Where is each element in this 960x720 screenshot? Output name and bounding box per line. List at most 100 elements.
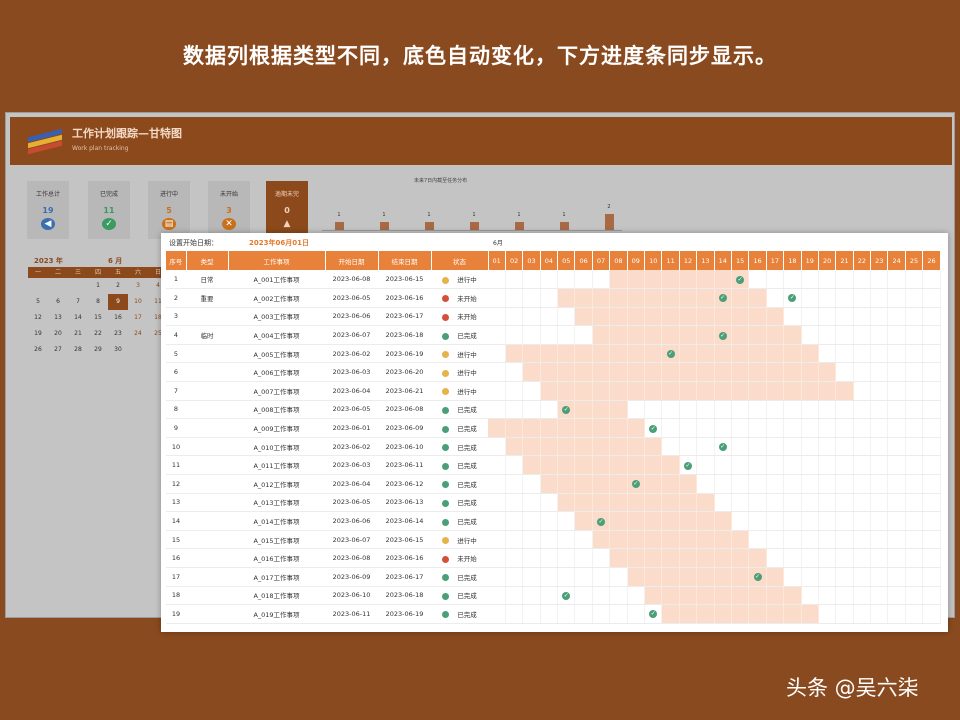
day-header: 26 bbox=[922, 251, 941, 270]
table-row[interactable]: 14 A_014工作事项 2023-06-06 2023-06-14 已完成 ✓ bbox=[166, 511, 941, 531]
calendar-day[interactable]: 22 bbox=[88, 326, 108, 342]
calendar-day[interactable]: 19 bbox=[28, 326, 48, 342]
table-row[interactable]: 12 A_012工作事项 2023-06-04 2023-06-12 已完成 ✓ bbox=[166, 474, 941, 494]
table-row[interactable]: 16 A_016工作事项 2023-06-08 2023-06-16 未开始 bbox=[166, 548, 941, 568]
gantt-cell bbox=[627, 400, 646, 420]
calendar-day[interactable]: 14 bbox=[68, 310, 88, 326]
row-start-date: 2023-06-10 bbox=[325, 586, 378, 606]
gantt-cell bbox=[714, 511, 732, 531]
gantt-cell bbox=[783, 586, 802, 606]
calendar-day bbox=[28, 278, 48, 294]
table-row[interactable]: 4 临时 A_004工作事项 2023-06-07 2023-06-18 已完成 ✓ bbox=[166, 325, 941, 345]
kpi-card: 已完成 11 ✓ bbox=[88, 181, 130, 239]
gantt-cell bbox=[870, 381, 889, 401]
kpi-value: 19 bbox=[42, 206, 54, 215]
row-start-date: 2023-06-04 bbox=[325, 381, 378, 401]
gantt-cell bbox=[714, 270, 732, 290]
table-row[interactable]: 7 A_007工作事项 2023-06-04 2023-06-21 进行中 bbox=[166, 381, 941, 401]
gantt-cell bbox=[818, 418, 837, 438]
gantt-cell bbox=[748, 493, 767, 513]
table-row[interactable]: 2 重要 A_002工作事项 2023-06-05 2023-06-16 未开始 ✓ ✓ bbox=[166, 288, 941, 308]
table-row[interactable]: 18 A_018工作事项 2023-06-10 2023-06-18 已完成 ✓ bbox=[166, 586, 941, 606]
gantt-cell bbox=[818, 270, 837, 290]
gantt-cell bbox=[818, 325, 837, 345]
row-status: 已完成 bbox=[431, 474, 488, 494]
table-row[interactable]: 1 日常 A_001工作事项 2023-06-08 2023-06-15 进行中 ✓ bbox=[166, 270, 941, 290]
calendar-day[interactable]: 7 bbox=[68, 294, 88, 310]
gantt-cell bbox=[574, 400, 593, 420]
mini-chart-bar bbox=[335, 222, 344, 230]
calendar-day[interactable]: 27 bbox=[48, 342, 68, 358]
gantt-cell bbox=[488, 288, 506, 308]
gantt-cell bbox=[661, 604, 680, 624]
calendar-day[interactable]: 1 bbox=[88, 278, 108, 294]
table-row[interactable]: 13 A_013工作事项 2023-06-05 2023-06-13 已完成 bbox=[166, 493, 941, 513]
calendar-day[interactable]: 2 bbox=[108, 278, 128, 294]
row-end-date: 2023-06-19 bbox=[378, 604, 431, 624]
gantt-cell bbox=[557, 288, 576, 308]
calendar-month[interactable]: 6 月 bbox=[108, 256, 122, 266]
table-row[interactable]: 10 A_010工作事项 2023-06-02 2023-06-10 已完成 ✓ bbox=[166, 437, 941, 457]
calendar-day[interactable]: 10 bbox=[128, 294, 148, 310]
gantt-cell bbox=[574, 437, 593, 457]
calendar-day[interactable]: 28 bbox=[68, 342, 88, 358]
gantt-cell bbox=[801, 400, 819, 420]
gantt-cell bbox=[748, 381, 767, 401]
row-status: 进行中 bbox=[431, 362, 488, 383]
calendar-day[interactable]: 3 bbox=[128, 278, 148, 294]
gantt-cell bbox=[818, 493, 837, 513]
table-row[interactable]: 6 A_006工作事项 2023-06-03 2023-06-20 进行中 bbox=[166, 362, 941, 383]
check-marker-icon: ✓ bbox=[718, 443, 727, 452]
calendar-day[interactable]: 20 bbox=[48, 326, 68, 342]
gantt-cell bbox=[887, 307, 906, 327]
calendar-day[interactable]: 8 bbox=[88, 294, 108, 310]
calendar-day[interactable]: 15 bbox=[88, 310, 108, 326]
calendar-day[interactable]: 24 bbox=[128, 326, 148, 342]
status-text: 已完成 bbox=[457, 573, 477, 582]
gantt-cell bbox=[609, 474, 628, 494]
calendar-day[interactable]: 12 bbox=[28, 310, 48, 326]
table-row[interactable]: 17 A_017工作事项 2023-06-09 2023-06-17 已完成 ✓ bbox=[166, 567, 941, 587]
gantt-cell bbox=[853, 437, 872, 457]
gantt-cell bbox=[835, 400, 854, 420]
calendar-day[interactable]: 16 bbox=[108, 310, 128, 326]
row-end-date: 2023-06-16 bbox=[378, 548, 431, 568]
gantt-cell bbox=[905, 567, 924, 587]
calendar-day[interactable]: 6 bbox=[48, 294, 68, 310]
gantt-cell bbox=[922, 474, 941, 494]
gantt-cell bbox=[835, 362, 854, 383]
calendar-day[interactable]: 17 bbox=[128, 310, 148, 326]
gantt-cell: ✓ bbox=[661, 344, 680, 364]
gantt-cell bbox=[505, 474, 524, 494]
gantt-cell: ✓ bbox=[748, 567, 767, 587]
table-row[interactable]: 9 A_009工作事项 2023-06-01 2023-06-09 已完成 ✓ bbox=[166, 418, 941, 438]
table-row[interactable]: 19 A_019工作事项 2023-06-11 2023-06-19 已完成 ✓ bbox=[166, 604, 941, 624]
headline: 数据列根据类型不同，底色自动变化，下方进度条同步显示。 bbox=[183, 44, 777, 68]
calendar-day[interactable]: 5 bbox=[28, 294, 48, 310]
gantt-cell bbox=[679, 511, 698, 531]
table-row[interactable]: 11 A_011工作事项 2023-06-03 2023-06-11 已完成 ✓ bbox=[166, 455, 941, 476]
calendar-day[interactable]: 29 bbox=[88, 342, 108, 358]
table-row[interactable]: 5 A_005工作事项 2023-06-02 2023-06-19 进行中 ✓ bbox=[166, 344, 941, 364]
calendar-year[interactable]: 2023 年 bbox=[34, 256, 63, 266]
gantt-cell bbox=[731, 474, 750, 494]
table-row[interactable]: 8 A_008工作事项 2023-06-05 2023-06-08 已完成 ✓ bbox=[166, 400, 941, 420]
start-date-input[interactable]: 2023年06月01日 bbox=[249, 238, 309, 248]
row-start-date: 2023-06-08 bbox=[325, 270, 378, 290]
calendar-day[interactable]: 9 bbox=[108, 294, 128, 310]
calendar-day[interactable]: 30 bbox=[108, 342, 128, 358]
calendar-day[interactable]: 21 bbox=[68, 326, 88, 342]
calendar-day[interactable]: 13 bbox=[48, 310, 68, 326]
gantt-cell bbox=[627, 325, 646, 345]
table-row[interactable]: 15 A_015工作事项 2023-06-07 2023-06-15 进行中 bbox=[166, 530, 941, 550]
gantt-cell bbox=[488, 362, 506, 383]
gantt-cell bbox=[696, 548, 715, 568]
gantt-cell bbox=[644, 567, 663, 587]
calendar-day[interactable]: 26 bbox=[28, 342, 48, 358]
table-row[interactable]: 3 A_003工作事项 2023-06-06 2023-06-17 未开始 bbox=[166, 307, 941, 327]
gantt-cell bbox=[661, 548, 680, 568]
gantt-cell bbox=[766, 307, 785, 327]
calendar-day[interactable]: 23 bbox=[108, 326, 128, 342]
row-type bbox=[186, 418, 228, 438]
check-marker-icon: ✓ bbox=[718, 294, 727, 303]
